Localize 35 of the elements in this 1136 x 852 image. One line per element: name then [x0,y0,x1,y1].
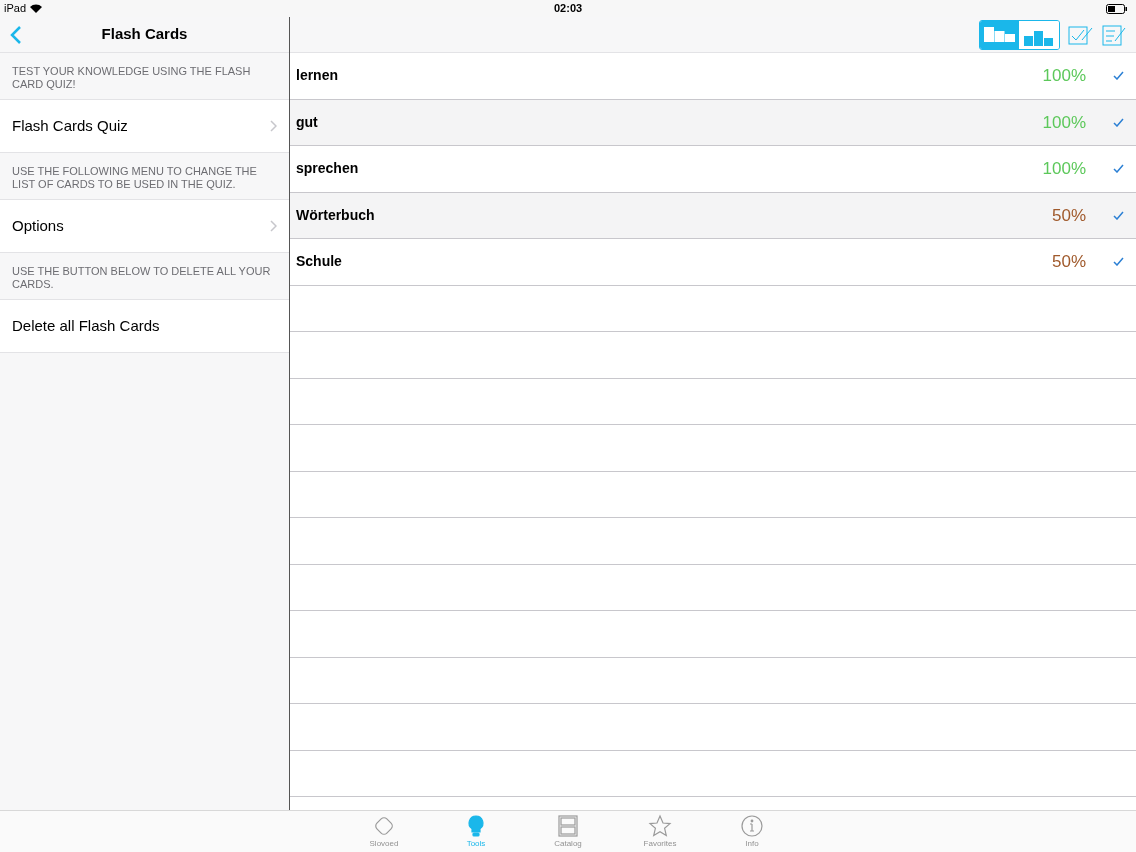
panel-title: Flash Cards [101,24,188,45]
card-word: Schule [296,252,342,272]
cabinet-icon [556,814,580,838]
device-name: iPad [4,1,27,17]
battery-icon [1106,3,1128,14]
diamond-icon [372,814,396,838]
card-row[interactable]: gut 100% [290,99,1136,146]
chevron-icon [270,220,277,232]
score-percent: 100% [1042,158,1086,180]
back-chevron-icon[interactable] [10,24,22,45]
score-percent: 100% [1042,111,1086,134]
score-percent: 100% [1042,65,1086,87]
check-pen-icon[interactable] [1068,23,1094,46]
score-percent: 50% [1051,251,1086,273]
sort-toggle[interactable] [1019,20,1059,49]
card-word: sprechen [296,159,359,179]
checklist-pen-icon[interactable] [1102,23,1128,46]
sort-toggle[interactable] [980,20,1019,49]
chevron-icon [270,120,277,132]
card-word: Wörterbuch [296,205,375,225]
section-note: USE THE BUTTON BELOW TO DELETE ALL YOUR CARDS. [11,264,272,292]
score-percent: 50% [1051,204,1086,227]
info-icon [740,814,764,838]
card-word: lernen [296,66,338,86]
section-note: TEST YOUR KNOWLEDGE USING THE FLASH CARD QUIZ! [11,64,252,92]
star-icon [648,814,672,838]
delete-button[interactable]: Delete all Flash Cards [0,299,289,353]
section-note: USE THE FOLLOWING MENU TO CHANGE THE LIST OF CARDS TO BE USED IN THE QUIZ. [11,164,258,192]
wifi-icon [30,4,43,13]
abc-bars-icon [984,27,1015,42]
card-word: gut [296,112,318,132]
menu-item[interactable]: Options [0,199,289,253]
card-row[interactable]: Wörterbuch 50% [290,192,1136,239]
menu-item[interactable]: Flash Cards Quiz [0,99,289,153]
clock-time: 02:03 [554,1,583,17]
